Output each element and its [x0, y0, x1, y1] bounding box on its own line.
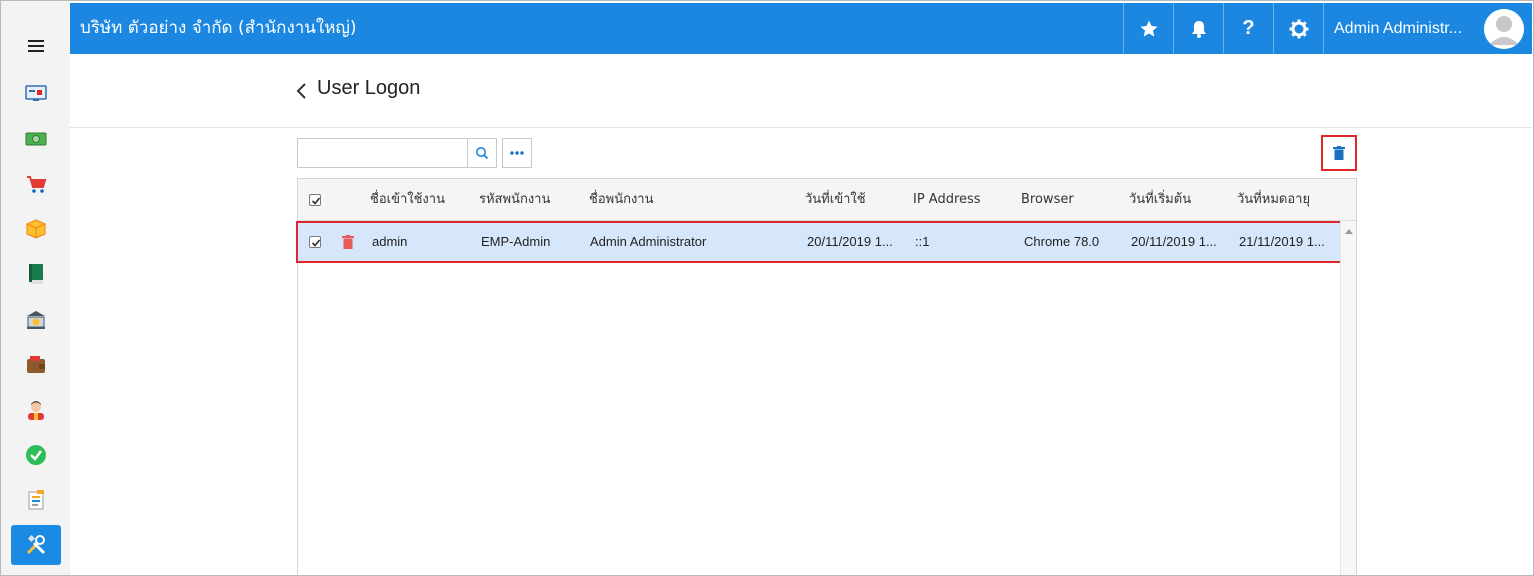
cell-employee-name: Admin Administrator — [590, 234, 707, 249]
row-checkbox[interactable] — [309, 236, 321, 248]
grid-header: ชื่อเข้าใช้งาน รหัสพนักงาน ชื่อพนักงาน ว… — [298, 179, 1356, 221]
cell-expire-date: 21/11/2019 1... — [1239, 234, 1325, 249]
avatar[interactable] — [1484, 9, 1524, 49]
help-button[interactable]: ? — [1223, 3, 1273, 54]
wallet-icon[interactable] — [11, 345, 61, 385]
person-icon[interactable] — [11, 390, 61, 430]
more-icon — [510, 151, 524, 155]
favorites-button[interactable] — [1123, 3, 1173, 54]
cell-username: admin — [372, 234, 408, 249]
top-bar: บริษัท ตัวอย่าง จำกัด (สำนักงานใหญ่) ? A… — [70, 3, 1532, 54]
scroll-up-icon[interactable] — [1345, 229, 1353, 234]
column-header-login-date[interactable]: วันที่เข้าใช้ — [805, 179, 866, 221]
bank-icon[interactable] — [11, 300, 61, 340]
page-header: User Logon — [70, 54, 1532, 128]
money-icon[interactable] — [11, 119, 61, 159]
trash-icon — [1333, 146, 1345, 160]
tools-icon[interactable] — [11, 525, 61, 565]
help-icon: ? — [1242, 17, 1255, 39]
cell-login-date: 20/11/2019 1... — [807, 234, 893, 249]
vertical-scrollbar[interactable] — [1340, 221, 1356, 576]
logon-grid: ชื่อเข้าใช้งาน รหัสพนักงาน ชื่อพนักงาน ว… — [296, 178, 1357, 576]
table-row[interactable]: admin EMP-Admin Admin Administrator 20/1… — [296, 221, 1342, 263]
star-icon — [1140, 20, 1157, 36]
back-icon[interactable] — [295, 81, 309, 101]
box-icon[interactable] — [11, 209, 61, 249]
row-delete-icon[interactable] — [342, 235, 354, 249]
dashboard-icon[interactable] — [11, 73, 61, 113]
search-button[interactable] — [467, 138, 497, 168]
more-options-button[interactable] — [502, 138, 532, 168]
user-menu[interactable]: Admin Administr... — [1323, 3, 1532, 54]
cell-ip-address: ::1 — [915, 234, 930, 249]
delete-selected-button[interactable] — [1321, 135, 1357, 171]
cell-employee-code: EMP-Admin — [481, 234, 551, 249]
company-name: บริษัท ตัวอย่าง จำกัด (สำนักงานใหญ่) — [80, 18, 357, 38]
select-all-checkbox[interactable] — [309, 194, 321, 206]
column-header-expire-date[interactable]: วันที่หมดอายุ — [1237, 179, 1310, 221]
page-title: User Logon — [317, 77, 421, 99]
cell-browser: Chrome 78.0 — [1024, 234, 1100, 249]
menu-icon[interactable] — [11, 26, 61, 66]
book-icon[interactable] — [11, 254, 61, 294]
cell-start-date: 20/11/2019 1... — [1131, 234, 1217, 249]
search-icon — [476, 147, 489, 160]
column-header-start-date[interactable]: วันที่เริ่มต้น — [1129, 179, 1191, 221]
notifications-button[interactable] — [1173, 3, 1223, 54]
column-header-username[interactable]: ชื่อเข้าใช้งาน — [370, 179, 445, 221]
column-header-employee-name[interactable]: ชื่อพนักงาน — [589, 179, 654, 221]
cart-icon[interactable] — [11, 164, 61, 204]
check-icon[interactable] — [11, 435, 61, 475]
column-header-ip-address[interactable]: IP Address — [913, 179, 981, 221]
user-name: Admin Administr... — [1334, 20, 1463, 37]
document-icon[interactable] — [11, 480, 61, 520]
bell-icon — [1191, 20, 1206, 38]
column-header-employee-code[interactable]: รหัสพนักงาน — [479, 179, 550, 221]
sidebar — [1, 1, 70, 575]
search-input[interactable] — [297, 138, 468, 168]
settings-button[interactable] — [1273, 3, 1323, 54]
gear-icon — [1289, 19, 1308, 38]
column-header-browser[interactable]: Browser — [1021, 179, 1074, 221]
